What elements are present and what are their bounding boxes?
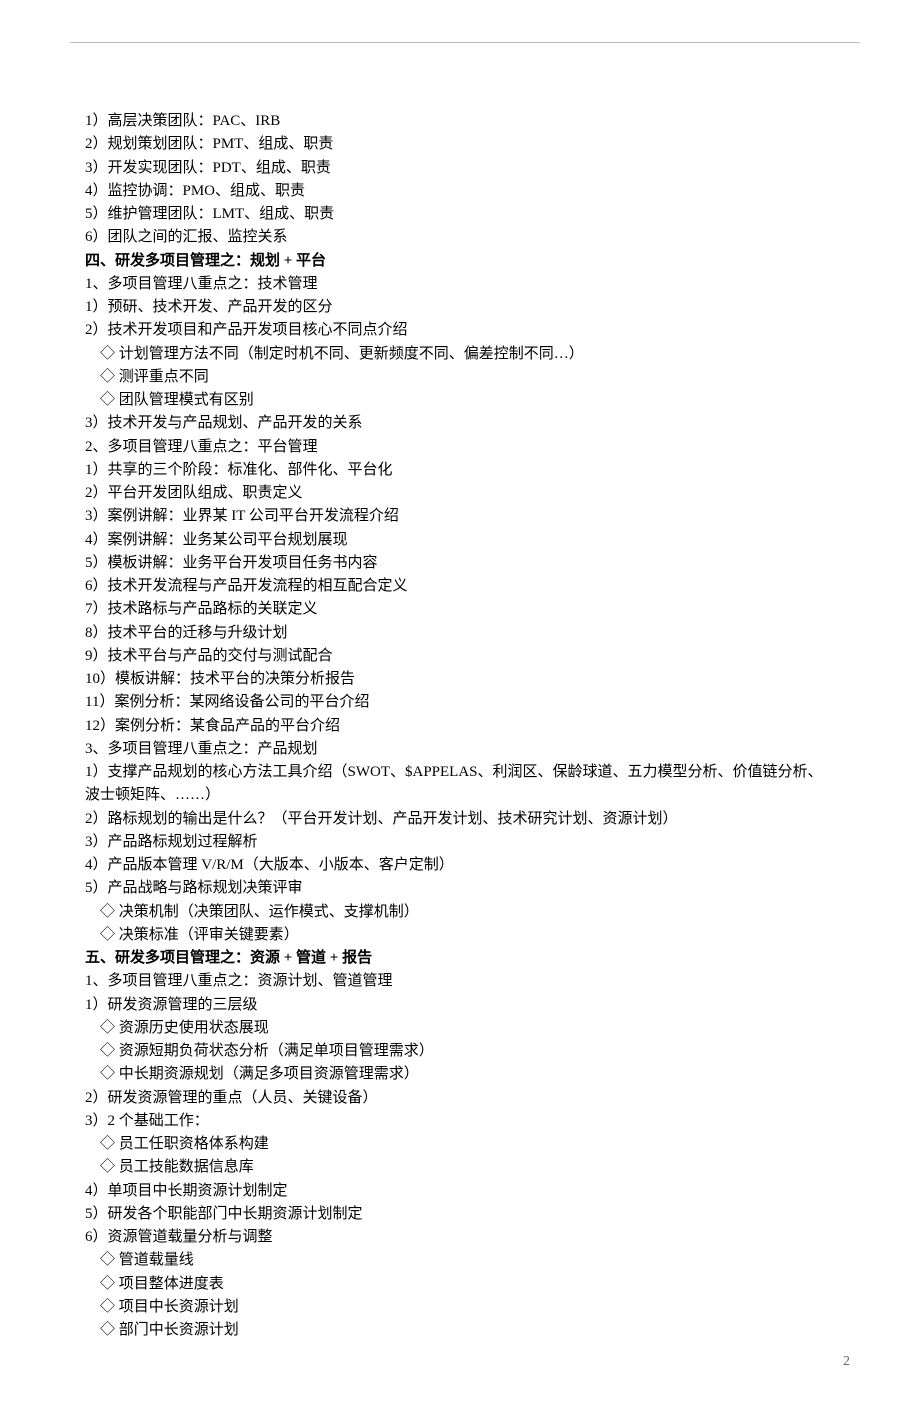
text-line: 6）资源管道载量分析与调整 (85, 1226, 850, 1249)
text-line: 3）2 个基础工作： (85, 1110, 850, 1133)
text-line: ◇ 项目整体进度表 (85, 1273, 850, 1296)
header-rule (70, 42, 860, 43)
section-heading: 四、研发多项目管理之：规划 + 平台 (85, 250, 850, 273)
text-line: 10）模板讲解：技术平台的决策分析报告 (85, 668, 850, 691)
text-line: 9）技术平台与产品的交付与测试配合 (85, 645, 850, 668)
text-line: 3）开发实现团队：PDT、组成、职责 (85, 157, 850, 180)
text-line: 1）共享的三个阶段：标准化、部件化、平台化 (85, 459, 850, 482)
text-line: 1、多项目管理八重点之：技术管理 (85, 273, 850, 296)
text-line: 1）支撑产品规划的核心方法工具介绍（SWOT、$APPELAS、利润区、保龄球道… (85, 761, 850, 784)
text-line: 7）技术路标与产品路标的关联定义 (85, 598, 850, 621)
text-line: ◇ 管道载量线 (85, 1249, 850, 1272)
text-line: ◇ 测评重点不同 (85, 366, 850, 389)
section-heading: 五、研发多项目管理之：资源 + 管道 + 报告 (85, 947, 850, 970)
text-line: ◇ 计划管理方法不同（制定时机不同、更新频度不同、偏差控制不同…） (85, 343, 850, 366)
text-line: 2）路标规划的输出是什么？（平台开发计划、产品开发计划、技术研究计划、资源计划） (85, 808, 850, 831)
document-content: 1）高层决策团队：PAC、IRB2）规划策划团队：PMT、组成、职责3）开发实现… (85, 110, 850, 1342)
document-page: 1）高层决策团队：PAC、IRB2）规划策划团队：PMT、组成、职责3）开发实现… (0, 0, 920, 1402)
text-line: 3）技术开发与产品规划、产品开发的关系 (85, 412, 850, 435)
text-line: 5）维护管理团队：LMT、组成、职责 (85, 203, 850, 226)
text-line: 1）研发资源管理的三层级 (85, 994, 850, 1017)
text-line: 3）案例讲解：业界某 IT 公司平台开发流程介绍 (85, 505, 850, 528)
text-line: 6）团队之间的汇报、监控关系 (85, 226, 850, 249)
text-line: 4）产品版本管理 V/R/M（大版本、小版本、客户定制） (85, 854, 850, 877)
text-line: 1）高层决策团队：PAC、IRB (85, 110, 850, 133)
text-line: 5）产品战略与路标规划决策评审 (85, 877, 850, 900)
text-line: 5）模板讲解：业务平台开发项目任务书内容 (85, 552, 850, 575)
text-line: 1）预研、技术开发、产品开发的区分 (85, 296, 850, 319)
text-line: 6）技术开发流程与产品开发流程的相互配合定义 (85, 575, 850, 598)
text-line: 2、多项目管理八重点之：平台管理 (85, 436, 850, 459)
text-line: ◇ 决策机制（决策团队、运作模式、支撑机制） (85, 901, 850, 924)
text-line: 2）研发资源管理的重点（人员、关键设备） (85, 1087, 850, 1110)
text-line: 2）规划策划团队：PMT、组成、职责 (85, 133, 850, 156)
text-line: 5）研发各个职能部门中长期资源计划制定 (85, 1203, 850, 1226)
text-line: 2）平台开发团队组成、职责定义 (85, 482, 850, 505)
text-line: ◇ 员工技能数据信息库 (85, 1156, 850, 1179)
text-line: 1、多项目管理八重点之：资源计划、管道管理 (85, 970, 850, 993)
text-line: 8）技术平台的迁移与升级计划 (85, 622, 850, 645)
text-line: ◇ 资源历史使用状态展现 (85, 1017, 850, 1040)
text-line: 11）案例分析：某网络设备公司的平台介绍 (85, 691, 850, 714)
text-line: ◇ 项目中长资源计划 (85, 1296, 850, 1319)
text-line: 波士顿矩阵、……） (85, 784, 850, 807)
text-line: 2）技术开发项目和产品开发项目核心不同点介绍 (85, 319, 850, 342)
text-line: 3）产品路标规划过程解析 (85, 831, 850, 854)
text-line: 4）案例讲解：业务某公司平台规划展现 (85, 529, 850, 552)
page-number: 2 (843, 1351, 850, 1373)
text-line: 4）监控协调：PMO、组成、职责 (85, 180, 850, 203)
text-line: ◇ 决策标准（评审关键要素） (85, 924, 850, 947)
text-line: ◇ 员工任职资格体系构建 (85, 1133, 850, 1156)
text-line: ◇ 部门中长资源计划 (85, 1319, 850, 1342)
text-line: ◇ 资源短期负荷状态分析（满足单项目管理需求） (85, 1040, 850, 1063)
text-line: 3、多项目管理八重点之：产品规划 (85, 738, 850, 761)
text-line: 4）单项目中长期资源计划制定 (85, 1180, 850, 1203)
text-line: ◇ 团队管理模式有区别 (85, 389, 850, 412)
text-line: 12）案例分析：某食品产品的平台介绍 (85, 715, 850, 738)
text-line: ◇ 中长期资源规划（满足多项目资源管理需求） (85, 1063, 850, 1086)
